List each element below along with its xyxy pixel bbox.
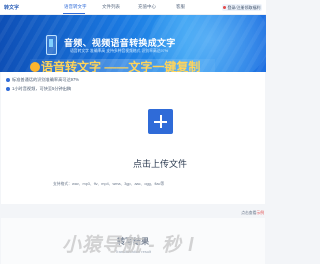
feature-accuracy-text: 标准普通话的识别准确率高可达97% [12, 77, 80, 82]
active-nav-indicator [63, 13, 85, 14]
login-label: 登录/注册领取福利 [227, 5, 261, 10]
upload-button[interactable]: 点击上传文件 [101, 157, 219, 170]
login-button[interactable]: 登录/注册领取福利 [222, 4, 262, 11]
banner-subtitle: 语音转文字 准确率高 支持多种音视频格式 识别率高达97% [70, 49, 169, 53]
tip-prefix: 点击查看 [241, 211, 257, 215]
nav-item-file-list[interactable]: 文件列表 [102, 4, 120, 10]
check-icon [6, 77, 10, 82]
phone-icon [46, 35, 57, 55]
supported-formats: 支持格式：wav、mp3、flv、mp4、wma、3gp、aac、ogg、fla… [53, 182, 164, 187]
top-navbar: 转文字 语音转文字 文件列表 充值中心 客服 登录/注册领取福利 [0, 0, 266, 15]
feature-speed-text: 1小时音视频，可快至5分钟出稿 [12, 86, 72, 91]
nav-item-support[interactable]: 客服 [176, 4, 185, 10]
watermark: 小猿导航 - 秒 l [62, 235, 195, 256]
formats-label: 支持格式： [53, 182, 72, 186]
feature-accuracy: 标准普通话的识别准确率高可达97% [6, 77, 79, 83]
example-link[interactable]: 示例 [256, 211, 264, 215]
banner-promo: 语音转文字 ——文字一键复制 [30, 59, 215, 72]
add-file-icon[interactable] [148, 109, 173, 134]
hero-banner: 音频、视频语音转换成文字 语音转文字 准确率高 支持多种音视频格式 识别率高达9… [0, 15, 266, 72]
upload-card: 标准普通话的识别准确率高可达97% 1小时音视频，可快至5分钟出稿 点击上传文件… [1, 72, 265, 204]
page: 转文字 语音转文字 文件列表 充值中心 客服 登录/注册领取福利 音频、视频语音… [0, 0, 266, 264]
banner-title: 音频、视频语音转换成文字 [64, 38, 176, 48]
example-tip: 点击查看示例 [180, 211, 264, 216]
feature-speed: 1小时音视频，可快至5分钟出稿 [6, 86, 71, 92]
nav-item-speech-to-text[interactable]: 语音转文字 [64, 4, 87, 10]
promo-text: 语音转文字 ——文字一键复制 [41, 60, 201, 72]
nav-item-recharge[interactable]: 充值中心 [138, 4, 156, 10]
notification-dot-icon [223, 6, 227, 10]
promo-badge-icon [30, 61, 40, 72]
formats-list: wav、mp3、flv、mp4、wma、3gp、aac、ogg、flac等 [71, 182, 165, 186]
site-logo[interactable]: 转文字 [4, 4, 19, 11]
check-icon [6, 86, 10, 91]
